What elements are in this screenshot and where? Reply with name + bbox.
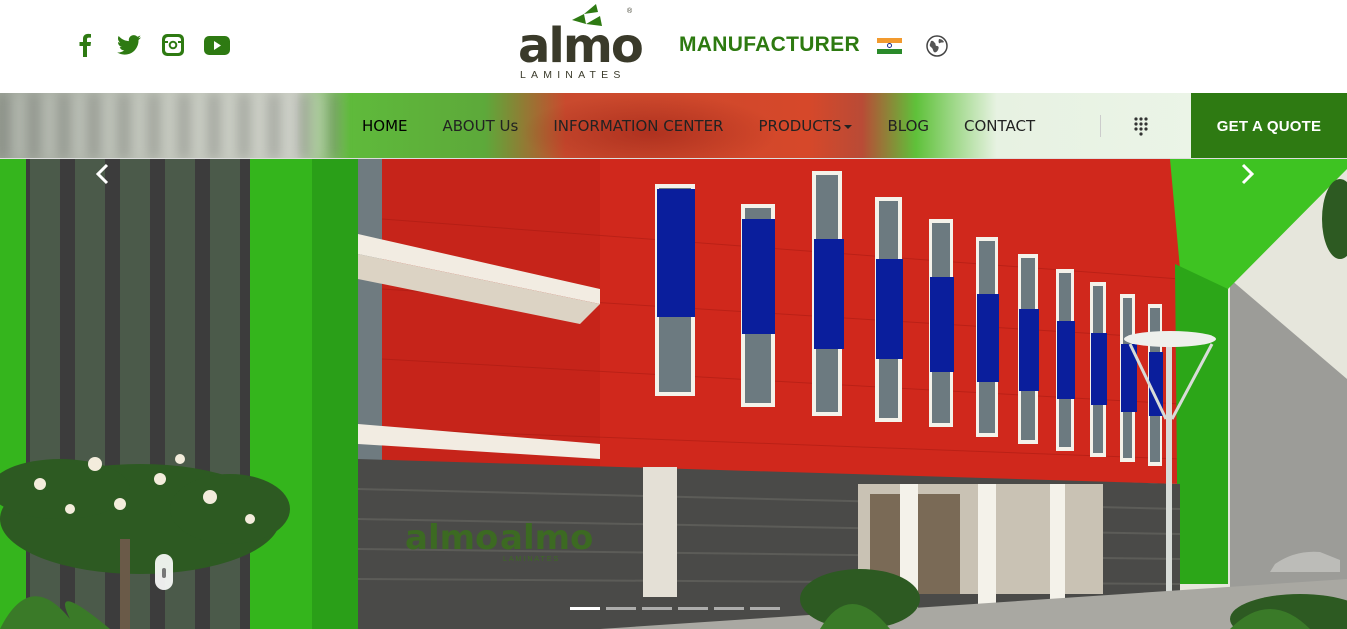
- nav-item-information-center[interactable]: INFORMATION CENTER: [553, 117, 723, 135]
- dots-grid-icon[interactable]: [1133, 116, 1149, 136]
- building-sign-1: almo: [405, 518, 498, 558]
- nav-menu: HOME ABOUT Us INFORMATION CENTER PRODUCT…: [362, 93, 1070, 158]
- building-sign-2: almo: [500, 518, 593, 558]
- building-sign-sub: LAMINATES: [503, 556, 560, 563]
- logo-subtitle: LAMINATES: [520, 69, 626, 81]
- globe-icon[interactable]: [926, 35, 948, 57]
- manufacturer-label: MANUFACTURER: [679, 33, 860, 56]
- hero-slider: almo almo LAMINATES: [0, 159, 1347, 629]
- slide-dot-2[interactable]: [606, 607, 636, 610]
- chevron-left-icon[interactable]: [88, 159, 118, 189]
- top-header: almo LAMINATES ® MANUFACTURER: [0, 0, 1347, 93]
- logo-wordmark: almo: [518, 18, 644, 74]
- slide-dot-6[interactable]: [750, 607, 780, 610]
- chevron-right-icon[interactable]: [1232, 159, 1262, 189]
- nav-item-blog[interactable]: BLOG: [887, 117, 929, 135]
- slide-dot-5[interactable]: [714, 607, 744, 610]
- facebook-icon[interactable]: [70, 32, 100, 58]
- twitter-icon[interactable]: [114, 32, 144, 58]
- slide-indicators: [570, 607, 780, 610]
- nav-item-about[interactable]: ABOUT Us: [443, 117, 519, 135]
- slide-dot-1[interactable]: [570, 607, 600, 610]
- registered-mark: ®: [627, 8, 633, 15]
- nav-item-products[interactable]: PRODUCTS: [758, 117, 853, 135]
- caret-down-icon: [844, 124, 853, 129]
- scroll-down-indicator[interactable]: [155, 554, 173, 590]
- nav-item-home[interactable]: HOME: [362, 117, 408, 135]
- slide-dot-4[interactable]: [678, 607, 708, 610]
- india-flag-icon[interactable]: [877, 38, 902, 54]
- social-links: [70, 32, 232, 58]
- nav-backdrop: [0, 93, 340, 158]
- nav-item-contact[interactable]: CONTACT: [964, 117, 1035, 135]
- scroll-wheel: [162, 568, 166, 578]
- slide-dot-3[interactable]: [642, 607, 672, 610]
- almo-logo[interactable]: almo LAMINATES ®: [516, 4, 644, 82]
- hero-building-image: almo almo LAMINATES: [0, 159, 1347, 629]
- instagram-icon[interactable]: [158, 32, 188, 58]
- get-a-quote-button[interactable]: GET A QUOTE: [1191, 93, 1347, 158]
- main-navigation: HOME ABOUT Us INFORMATION CENTER PRODUCT…: [0, 93, 1347, 159]
- youtube-icon[interactable]: [202, 32, 232, 58]
- nav-divider: [1100, 115, 1101, 137]
- nav-item-products-label: PRODUCTS: [758, 117, 842, 135]
